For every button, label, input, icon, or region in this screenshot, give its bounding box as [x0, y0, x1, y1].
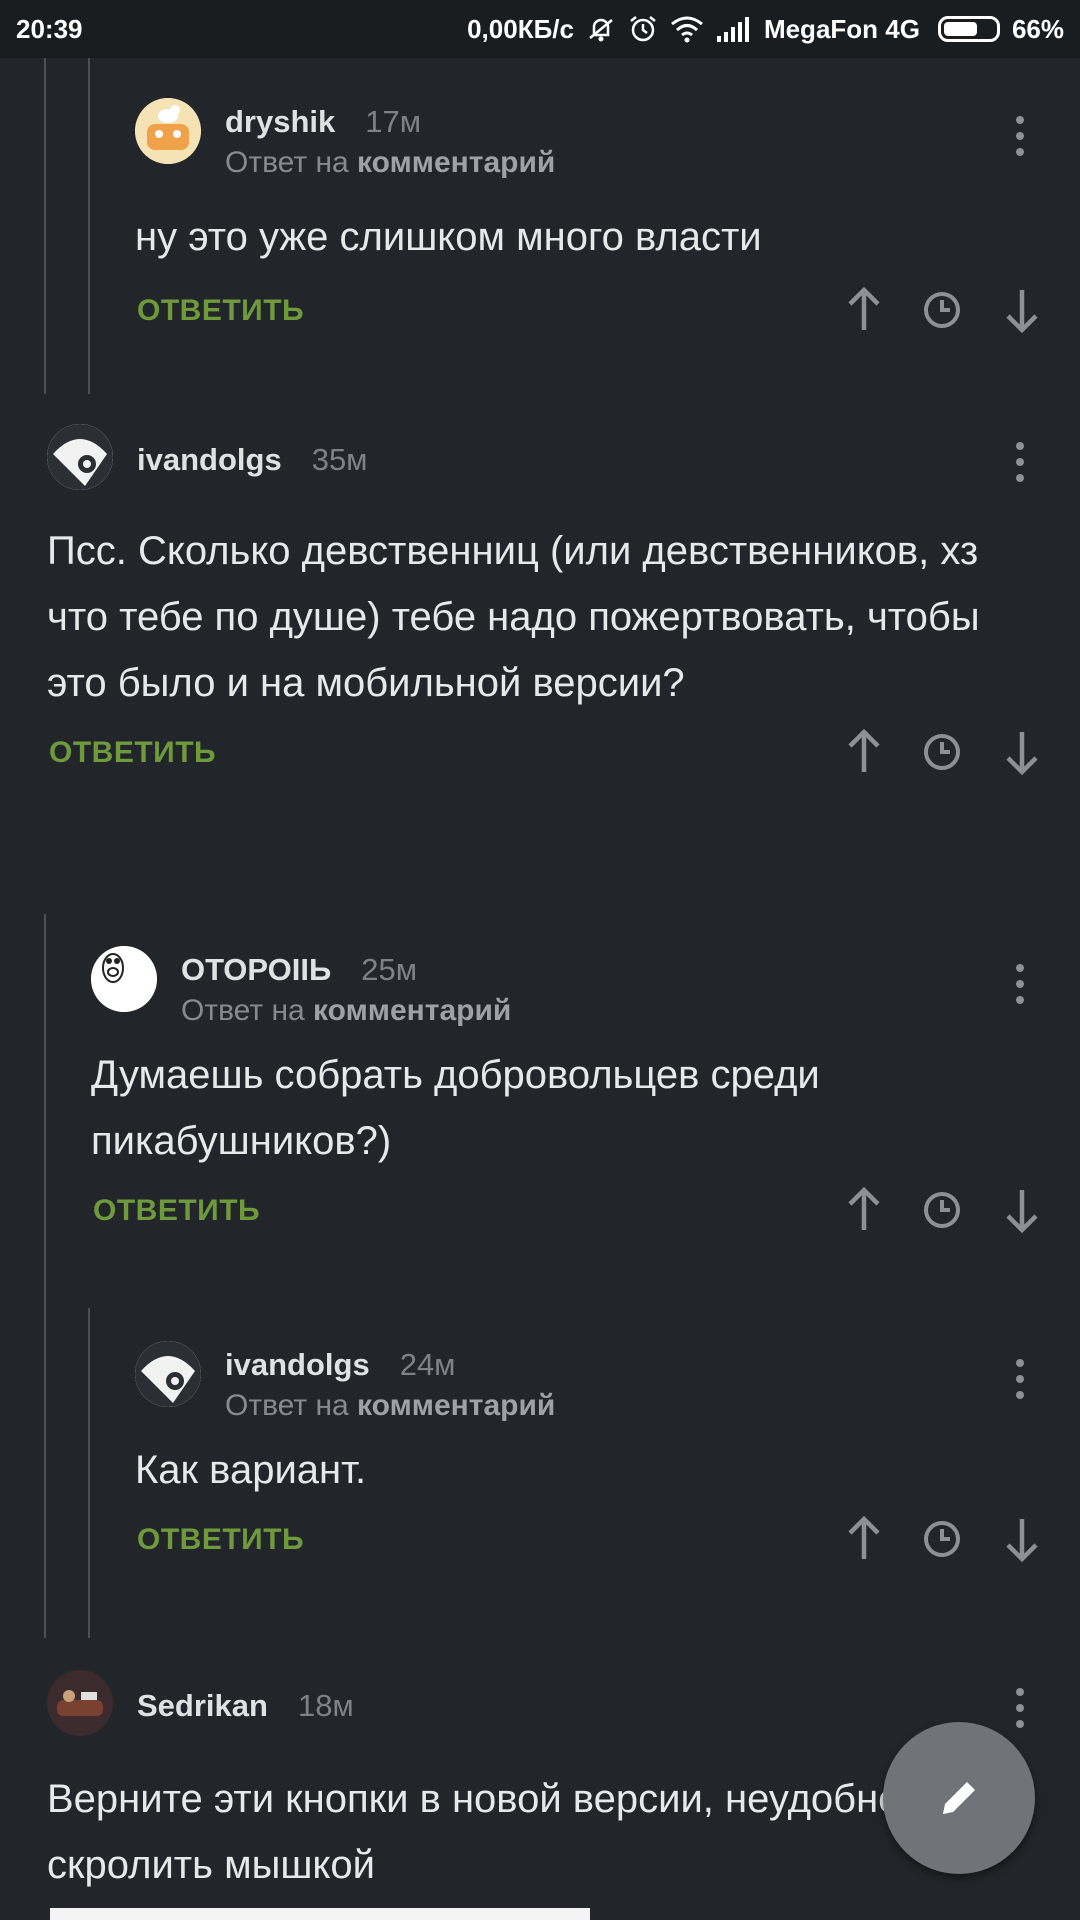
downvote-icon[interactable]	[998, 728, 1046, 776]
battery-icon	[937, 16, 1000, 42]
clock-icon[interactable]	[918, 1186, 966, 1234]
comment-text: Верните эти кнопки в новой версии, неудо…	[47, 1777, 901, 1887]
network-speed: 0,00КБ/с	[467, 13, 574, 44]
reply-button[interactable]: ОТВЕТИТЬ	[137, 294, 304, 328]
avatar[interactable]	[47, 1670, 113, 1736]
reply-button[interactable]: ОТВЕТИТЬ	[49, 736, 216, 770]
clock-icon[interactable]	[918, 728, 966, 776]
upvote-icon[interactable]	[840, 728, 888, 776]
comment-text: Псс. Сколько девственниц (или девственни…	[47, 529, 980, 705]
thread-line	[44, 58, 46, 394]
mute-icon	[586, 14, 616, 44]
downvote-icon[interactable]	[998, 286, 1046, 334]
comment-author[interactable]: ОТОРОІІЬ 25м	[181, 952, 417, 988]
status-time: 20:39	[16, 13, 83, 44]
upvote-icon[interactable]	[840, 1515, 888, 1563]
avatar[interactable]	[135, 98, 201, 164]
more-icon[interactable]	[1000, 956, 1040, 1012]
comment-text: Думаешь собрать добровольцев среди пикаб…	[91, 1053, 820, 1163]
wifi-icon	[670, 15, 704, 43]
more-icon[interactable]	[1000, 1351, 1040, 1407]
comment-time: 35м	[311, 442, 368, 477]
avatar[interactable]	[91, 946, 157, 1012]
comment-text: Как вариант.	[135, 1448, 367, 1492]
battery-percent: 66%	[1011, 13, 1064, 44]
comment-time: 17м	[365, 104, 422, 139]
reply-button[interactable]: ОТВЕТИТЬ	[93, 1194, 260, 1228]
reply-to: Ответ на комментарий	[225, 146, 556, 179]
comment-text: ну это уже слишком много власти	[135, 215, 762, 259]
comment-author[interactable]: ivandolgs 24м	[225, 1347, 456, 1383]
clock-icon[interactable]	[918, 286, 966, 334]
comment: ОТОРОІІЬ 25м Ответ на комментарий Думаешь…	[91, 946, 1040, 1240]
comment-time: 18м	[297, 1688, 354, 1723]
reply-button[interactable]: ОТВЕТИТЬ	[137, 1523, 304, 1557]
pencil-icon	[943, 1782, 975, 1814]
more-icon[interactable]	[1000, 1680, 1040, 1736]
reply-target-link[interactable]: комментарий	[357, 146, 555, 179]
carrier-name: MegaFon 4G	[763, 13, 920, 44]
write-comment-button[interactable]	[883, 1722, 1035, 1874]
status-bar: 20:39 0,00КБ/с MegaFon 4G 66%	[0, 0, 1080, 58]
upvote-icon[interactable]	[840, 286, 888, 334]
upvote-icon[interactable]	[840, 1186, 888, 1234]
comment-time: 25м	[361, 952, 418, 987]
more-icon[interactable]	[1000, 434, 1040, 490]
avatar[interactable]	[135, 1341, 201, 1407]
reply-target-link[interactable]: комментарий	[357, 1389, 555, 1422]
thread-line	[44, 914, 46, 1638]
comment: ivandolgs 24м Ответ на комментарий Как ва…	[135, 1341, 1040, 1569]
comment-author[interactable]: ivandolgs 35м	[137, 442, 368, 478]
downvote-icon[interactable]	[998, 1515, 1046, 1563]
downvote-icon[interactable]	[998, 1186, 1046, 1234]
thread-line	[88, 1308, 90, 1638]
reply-to: Ответ на комментарий	[225, 1389, 556, 1422]
more-icon[interactable]	[1000, 108, 1040, 164]
comment-image[interactable]	[50, 1908, 590, 1920]
avatar[interactable]	[47, 424, 113, 490]
reply-target-link[interactable]: комментарий	[313, 994, 511, 1027]
comment-time: 24м	[399, 1347, 456, 1382]
clock-icon[interactable]	[918, 1515, 966, 1563]
comment-author[interactable]: Sedrikan 18м	[137, 1688, 354, 1724]
thread-line	[88, 58, 90, 394]
reply-to: Ответ на комментарий	[181, 994, 512, 1027]
comment-author[interactable]: dryshik 17м	[225, 104, 421, 140]
comment: dryshik 17м Ответ на комментарий ну это у…	[135, 98, 1040, 340]
signal-icon	[716, 16, 752, 42]
alarm-icon	[628, 14, 658, 44]
comment: ivandolgs 35м Псс. Сколько девственниц (и…	[47, 424, 1040, 782]
